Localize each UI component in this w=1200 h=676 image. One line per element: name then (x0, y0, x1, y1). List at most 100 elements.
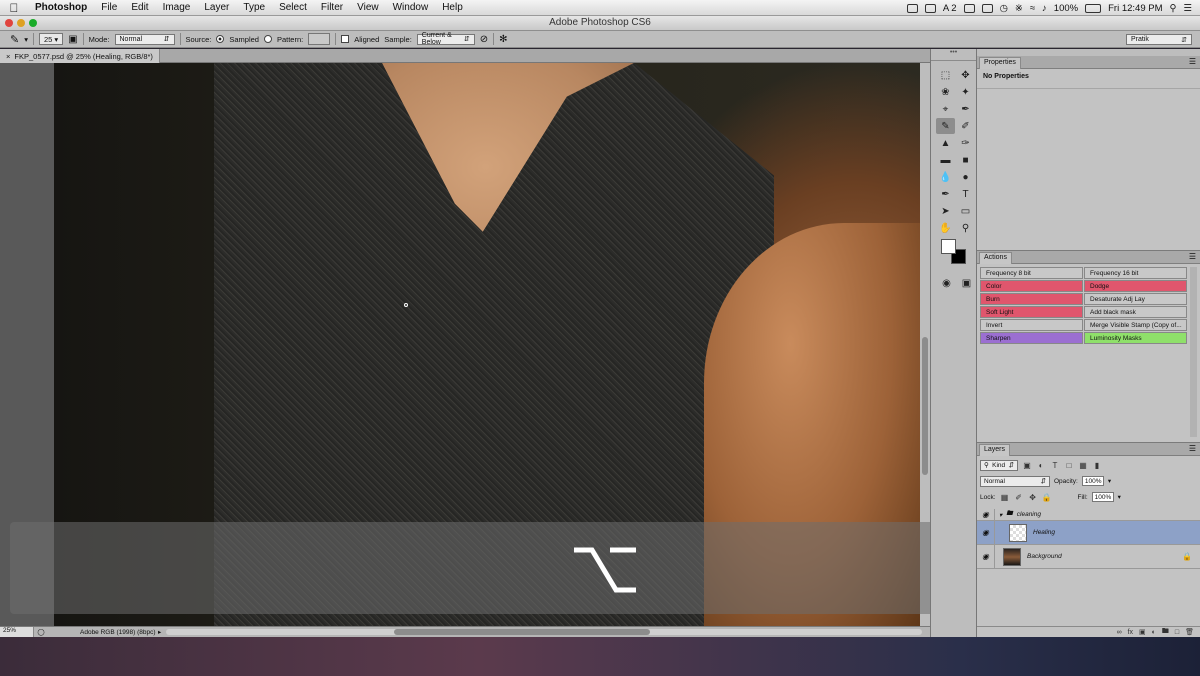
action-button[interactable]: Invert (980, 319, 1083, 331)
panel-menu-icon[interactable]: ☰ (1189, 444, 1196, 453)
quick-selection-tool-icon[interactable]: ✦ (956, 84, 975, 100)
hand-tool-icon[interactable]: ✋ (936, 220, 955, 236)
eraser-tool-icon[interactable]: ▬ (936, 152, 955, 168)
actions-scrollbar[interactable] (1190, 267, 1197, 437)
lock-transparent-icon[interactable]: ▦ (1000, 493, 1010, 502)
spotlight-icon[interactable]: ⚲ (1170, 3, 1177, 14)
menu-help[interactable]: Help (435, 2, 470, 13)
quick-mask-icon[interactable]: ◉ (937, 275, 956, 291)
opacity-input[interactable]: 100% (1081, 476, 1104, 486)
lock-position-icon[interactable]: ✥ (1028, 493, 1038, 502)
action-button[interactable]: Desaturate Adj Lay (1084, 293, 1187, 305)
aligned-checkbox[interactable] (341, 35, 350, 43)
brush-tool-icon[interactable]: ✐ (956, 118, 975, 134)
menu-image[interactable]: Image (156, 2, 198, 13)
fill-input[interactable]: 100% (1091, 492, 1114, 502)
add-mask-icon[interactable]: ▣ (1139, 628, 1146, 636)
action-button[interactable]: Frequency 16 bit (1084, 267, 1187, 279)
menu-file[interactable]: File (94, 2, 124, 13)
action-button[interactable]: Color (980, 280, 1083, 292)
lasso-tool-icon[interactable]: ❀ (936, 84, 955, 100)
layer-row-background[interactable]: ◉ Background 🔒 (977, 545, 1200, 569)
menu-layer[interactable]: Layer (197, 2, 236, 13)
clone-stamp-tool-icon[interactable]: ▲ (936, 135, 955, 151)
notification-center-icon[interactable]: ☰ (1183, 3, 1192, 14)
gradient-tool-icon[interactable]: ■ (956, 152, 975, 168)
menu-filter[interactable]: Filter (314, 2, 350, 13)
screen-icon[interactable] (906, 3, 918, 13)
menu-window[interactable]: Window (386, 2, 436, 13)
action-button[interactable]: Sharpen (980, 332, 1083, 344)
fx-icon[interactable]: fx (1128, 629, 1133, 636)
apple-menu-icon[interactable]:  (0, 1, 28, 15)
adobe-badge[interactable]: A 2 (943, 3, 957, 14)
pressure-size-icon[interactable]: ✻ (499, 34, 507, 45)
workspace-select[interactable]: Pratik ⇵ (1126, 34, 1192, 45)
smart-object-filter-icon[interactable]: ▦ (1078, 461, 1088, 470)
dodge-tool-icon[interactable]: ● (956, 169, 975, 185)
display-icon[interactable] (981, 3, 993, 13)
type-tool-icon[interactable]: T (956, 186, 975, 202)
blur-tool-icon[interactable]: 💧 (936, 169, 955, 185)
shape-tool-icon[interactable]: ▭ (956, 203, 975, 219)
layer-row-healing[interactable]: ◉ Healing (977, 521, 1200, 545)
horizontal-scrollbar[interactable] (166, 629, 922, 635)
document-tab[interactable]: × FKP_0577.psd @ 25% (Healing, RGB/8*) (0, 49, 160, 63)
type-filter-icon[interactable]: T (1050, 461, 1060, 470)
sample-select[interactable]: Current & Below ⇵ (416, 32, 475, 46)
layers-tab[interactable]: Layers (979, 444, 1011, 456)
new-group-icon[interactable]: 🖿 (1162, 627, 1169, 638)
battery-text[interactable]: 100% (1054, 3, 1078, 14)
healing-brush-preset-icon[interactable]: ✎ (10, 33, 19, 46)
pen-tool-icon[interactable]: ✒ (936, 186, 955, 202)
healing-brush-tool-icon[interactable]: ✎ (936, 118, 955, 134)
volume-icon[interactable]: ♪ (1042, 3, 1047, 14)
blend-mode-select[interactable]: Normal ⇵ (980, 475, 1050, 487)
mode-select[interactable]: Normal ⇵ (114, 33, 175, 45)
vertical-scroll-thumb[interactable] (922, 337, 928, 475)
adjustment-filter-icon[interactable]: ◐ (1036, 461, 1046, 470)
pattern-radio[interactable] (263, 35, 272, 43)
visibility-eye-icon[interactable]: ◉ (977, 509, 995, 520)
history-brush-tool-icon[interactable]: ✑ (956, 135, 975, 151)
path-selection-tool-icon[interactable]: ➤ (936, 203, 955, 219)
status-icon[interactable]: ◯ (34, 628, 48, 636)
action-button[interactable]: Frequency 8 bit (980, 267, 1083, 279)
expand-triangle-icon[interactable]: ▾ (999, 511, 1002, 519)
move-tool-icon[interactable]: ✥ (956, 67, 975, 83)
marquee-tool-icon[interactable]: ⬚ (936, 67, 955, 83)
screen-mode-icon[interactable]: ▣ (957, 275, 976, 291)
menu-edit[interactable]: Edit (124, 2, 155, 13)
camera-icon[interactable] (924, 3, 936, 13)
actions-tab[interactable]: Actions (979, 252, 1012, 264)
ignore-adjustment-layers-icon[interactable]: ⊘ (480, 34, 488, 45)
delete-layer-icon[interactable]: 🗑 (1185, 628, 1194, 636)
link-layers-icon[interactable]: ∞ (1117, 629, 1122, 636)
sampled-radio[interactable] (216, 35, 225, 43)
properties-tab[interactable]: Properties (979, 57, 1021, 69)
panel-menu-icon[interactable]: ☰ (1189, 252, 1196, 261)
clone-source-panel-icon[interactable]: ▣ (68, 34, 77, 45)
shape-filter-icon[interactable]: □ (1064, 461, 1074, 470)
status-menu-arrow-icon[interactable]: ▸ (158, 628, 161, 636)
opacity-arrow-icon[interactable]: ▾ (1108, 477, 1111, 485)
horizontal-scroll-thumb[interactable] (394, 629, 650, 635)
adjustment-layer-icon[interactable]: ◐ (1152, 629, 1156, 636)
lock-pixels-icon[interactable]: ✐ (1014, 493, 1024, 502)
menu-select[interactable]: Select (272, 2, 314, 13)
close-tab-icon[interactable]: × (6, 52, 10, 61)
foreground-color-swatch[interactable] (941, 239, 956, 254)
menu-view[interactable]: View (350, 2, 386, 13)
action-button[interactable]: Burn (980, 293, 1083, 305)
visibility-eye-icon[interactable]: ◉ (977, 545, 995, 568)
document-profile[interactable]: Adobe RGB (1998) (8bpc) (48, 629, 158, 636)
action-button[interactable]: Dodge (1084, 280, 1187, 292)
eyedropper-tool-icon[interactable]: ✒ (956, 101, 975, 117)
zoom-tool-icon[interactable]: ⚲ (956, 220, 975, 236)
preset-arrow-icon[interactable]: ▾ (24, 35, 28, 44)
action-button[interactable]: Merge Visible Stamp (Copy of... (1084, 319, 1187, 331)
monitor-icon[interactable] (963, 3, 975, 13)
action-button[interactable]: Add black mask (1084, 306, 1187, 318)
pattern-picker[interactable] (308, 33, 331, 45)
time-machine-icon[interactable]: ◷ (1000, 3, 1008, 14)
